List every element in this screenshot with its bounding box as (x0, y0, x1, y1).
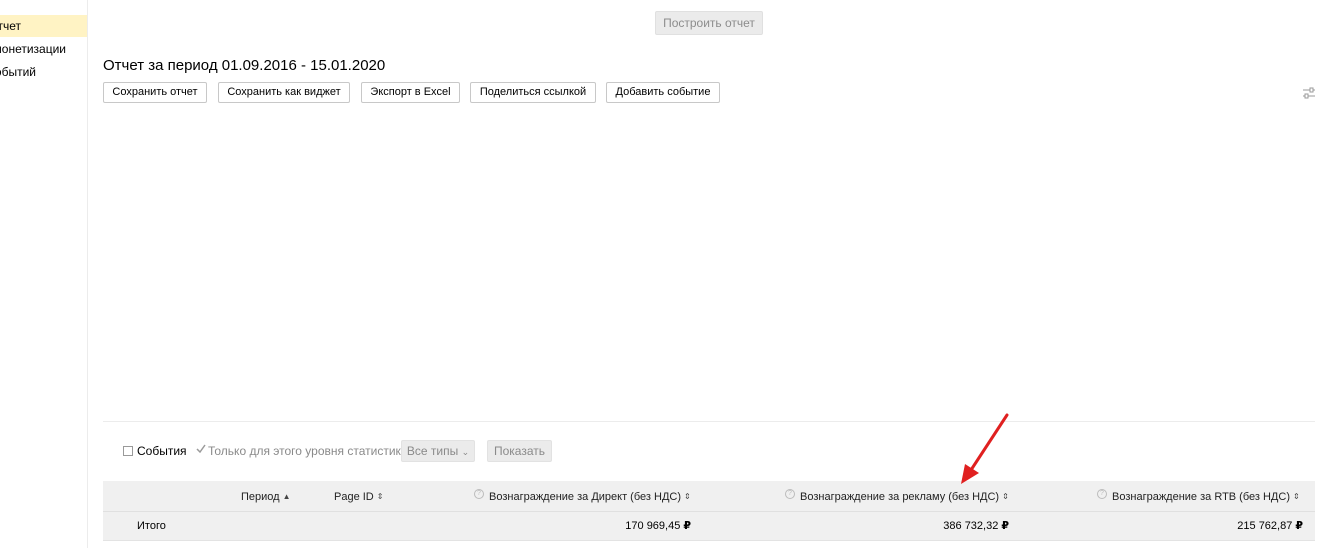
currency-sign: ₽ (683, 520, 691, 532)
total-direct-amount: 170 969,45 (625, 520, 681, 532)
sidebar-item-label: монетизации (0, 42, 66, 56)
save-report-button[interactable]: Сохранить отчет (103, 82, 207, 103)
column-rtb-label: Вознаграждение за RTB (без НДС) (1112, 491, 1290, 503)
checkmark-icon[interactable] (195, 442, 207, 454)
save-as-widget-button[interactable]: Сохранить как виджет (218, 82, 350, 103)
share-link-button[interactable]: Поделиться ссылкой (470, 82, 596, 103)
sidebar-item-events[interactable]: обытий (0, 61, 87, 83)
total-ads-value: 386 732,32 ₽ (943, 520, 1009, 533)
events-checkbox[interactable] (123, 446, 133, 456)
help-icon[interactable]: ? (1097, 489, 1107, 499)
sidebar-item-label: тчет (0, 19, 21, 33)
column-page-id[interactable]: Page ID ⇕ (334, 490, 383, 504)
annotation-arrow-icon (955, 410, 1015, 485)
sidebar-item-label: обытий (0, 65, 36, 79)
sidebar-item-monetization[interactable]: монетизации (0, 38, 87, 60)
level-only-label: Только для этого уровня статистики (208, 444, 408, 458)
filter-row: События Только для этого уровня статисти… (103, 440, 703, 462)
table-row-total: Итого 170 969,45 ₽ 386 732,32 ₽ 215 762,87… (103, 512, 1315, 541)
page-title: Отчет за период 01.09.2016 - 15.01.2020 (103, 57, 386, 74)
show-button[interactable]: Показать (487, 440, 552, 462)
sort-asc-icon: ▲ (282, 492, 291, 501)
column-period-label: Период (241, 491, 280, 503)
events-checkbox-label: События (137, 444, 187, 458)
add-event-button[interactable]: Добавить событие (606, 82, 720, 103)
total-rtb-value: 215 762,87 ₽ (1237, 520, 1303, 533)
chevron-down-icon: ⌄ (461, 447, 470, 457)
help-icon[interactable]: ? (785, 489, 795, 499)
column-page-id-label: Page ID (334, 491, 374, 503)
column-direct[interactable]: Вознаграждение за Директ (без НДС) ⇕ (489, 490, 691, 504)
sidebar-item-report[interactable]: тчет (0, 15, 87, 37)
chart-area (103, 112, 1315, 422)
sidebar: тчет монетизации обытий (0, 0, 88, 548)
currency-sign: ₽ (1295, 520, 1303, 532)
total-ads-amount: 386 732,32 (943, 520, 999, 532)
settings-sliders-icon[interactable] (1302, 86, 1316, 99)
export-excel-button[interactable]: Экспорт в Excel (361, 82, 460, 103)
column-direct-label: Вознаграждение за Директ (без НДС) (489, 491, 681, 503)
column-ads[interactable]: Вознаграждение за рекламу (без НДС) ⇕ (800, 490, 1009, 504)
build-report-button[interactable]: Построить отчет (655, 11, 763, 35)
currency-sign: ₽ (1001, 520, 1009, 532)
sort-icon: ⇕ (1002, 492, 1009, 501)
sort-icon: ⇕ (1293, 492, 1300, 501)
total-direct-value: 170 969,45 ₽ (625, 520, 691, 533)
total-rtb-amount: 215 762,87 (1237, 520, 1293, 532)
total-label: Итого (137, 520, 166, 532)
column-ads-label: Вознаграждение за рекламу (без НДС) (800, 491, 1000, 503)
types-select[interactable]: Все типы ⌄ (401, 440, 475, 462)
column-period[interactable]: Период ▲ (241, 490, 291, 504)
help-icon[interactable]: ? (474, 489, 484, 499)
sort-icon: ⇕ (684, 492, 691, 501)
column-rtb[interactable]: Вознаграждение за RTB (без НДС) ⇕ (1112, 490, 1300, 504)
sort-icon: ⇕ (376, 492, 384, 501)
types-select-value: Все типы (406, 444, 459, 458)
table-header: Период ▲ Page ID ⇕ ? Вознаграждение за Дир… (103, 481, 1315, 512)
